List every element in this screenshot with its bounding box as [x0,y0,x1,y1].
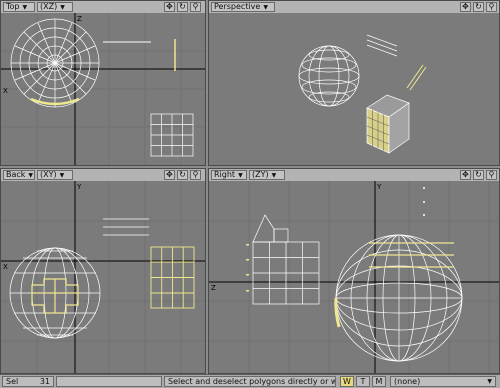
m-button[interactable]: M [372,376,386,387]
zoom-view-icon[interactable]: ⚲ [190,2,201,12]
axis-label-z: Z [211,284,216,292]
axes-dropdown-top[interactable]: (XZ) ▼ [37,2,73,12]
sphere-right-wireframe [335,234,463,362]
move-view-icon[interactable]: ✥ [164,170,175,180]
axis-label-x: X [3,87,8,95]
cube-back-wireframe [150,246,195,309]
plane-perspective [366,34,398,57]
vertex-points-right [423,187,425,216]
viewport-top-scene: X Z [1,13,205,165]
w-button[interactable]: W [340,376,354,387]
selected-polygons-back [31,278,79,314]
plane-back [103,218,149,236]
chevron-down-icon: ▼ [60,4,65,11]
cube-right-wireframe [252,214,320,305]
rotate-view-icon[interactable]: ↻ [177,170,188,180]
zoom-view-icon[interactable]: ⚲ [486,170,497,180]
chevron-down-icon: ▼ [487,378,492,385]
sel-count: 31 [39,377,50,386]
axes-label: (XY) [40,170,57,179]
axes-dropdown-back[interactable]: (XY) ▼ [37,170,73,180]
viewport-top-canvas[interactable]: X Z [1,13,205,165]
status-bar: Sel 31 Select and deselect polygons dire… [0,374,500,388]
view-type-dropdown-perspective[interactable]: Perspective ▼ [211,2,275,12]
axes-dropdown-right[interactable]: (ZY) ▼ [249,170,285,180]
axes-label: (ZY) [252,170,269,179]
view-type-label: Back [6,170,26,179]
viewport-back-canvas[interactable]: X Y [1,181,205,373]
rotate-view-icon[interactable]: ↻ [473,2,484,12]
move-view-icon[interactable]: ✥ [164,2,175,12]
axes-label: (XZ) [40,2,58,11]
viewport-perspective[interactable]: Perspective ▼ ✥ ↻ ⚲ [208,0,500,166]
viewport-perspective-scene [298,34,427,154]
selected-vertices-right [246,244,249,292]
view-type-label: Perspective [214,2,261,11]
move-view-icon[interactable]: ✥ [460,170,471,180]
axis-label-y: Y [76,183,82,191]
axis-label-y: Y [376,183,382,191]
chevron-down-icon: ▼ [238,172,243,179]
viewport-back[interactable]: Back ▼ (XY) ▼ ✥ ↻ ⚲ X Y [0,168,206,374]
sphere-perspective-wireframe [298,45,360,107]
cube-top-wireframe [150,113,194,157]
sphere-top-wireframe [10,18,100,108]
view-type-dropdown-top[interactable]: Top ▼ [3,2,35,12]
plane-right-selected [369,242,454,268]
viewport-right-canvas[interactable]: Z Y [209,181,499,373]
chevron-down-icon: ▼ [22,4,28,11]
chevron-down-icon: ▼ [263,4,268,11]
t-button[interactable]: T [356,376,370,387]
view-type-dropdown-right[interactable]: Right ▼ [211,170,247,180]
selection-count-box: Sel 31 [2,376,54,387]
viewport-right-scene: Z Y [209,181,499,373]
help-hint: Select and deselect polygons directly or… [164,376,336,387]
viewport-right[interactable]: Right ▼ (ZY) ▼ ✥ ↻ ⚲ Z Y [208,168,500,374]
viewport-perspective-canvas[interactable] [209,13,499,165]
chevron-down-icon: ▼ [271,172,277,179]
spacer-box [56,376,162,387]
rotate-view-icon[interactable]: ↻ [473,170,484,180]
move-view-icon[interactable]: ✥ [460,2,471,12]
surface-value: (none) [394,377,421,386]
axis-label-x: X [3,263,8,271]
chevron-down-icon: ▼ [28,172,34,179]
view-type-label: Top [6,2,20,11]
rotate-view-icon[interactable]: ↻ [177,2,188,12]
zoom-view-icon[interactable]: ⚲ [190,170,201,180]
surface-dropdown[interactable]: (none) ▼ [390,376,496,387]
zoom-view-icon[interactable]: ⚲ [486,2,497,12]
selected-edge-perspective [406,64,427,91]
viewport-top[interactable]: Top ▼ (XZ) ▼ ✥ ↻ ⚲ X Z [0,0,206,166]
viewport-back-scene: X Y [1,181,205,373]
view-type-label: Right [214,170,236,179]
sel-label: Sel [6,377,19,386]
view-type-dropdown-back[interactable]: Back ▼ [3,170,35,180]
cube-perspective-wireframe [366,94,410,154]
axis-label-z: Z [77,15,82,23]
chevron-down-icon: ▼ [59,172,65,179]
